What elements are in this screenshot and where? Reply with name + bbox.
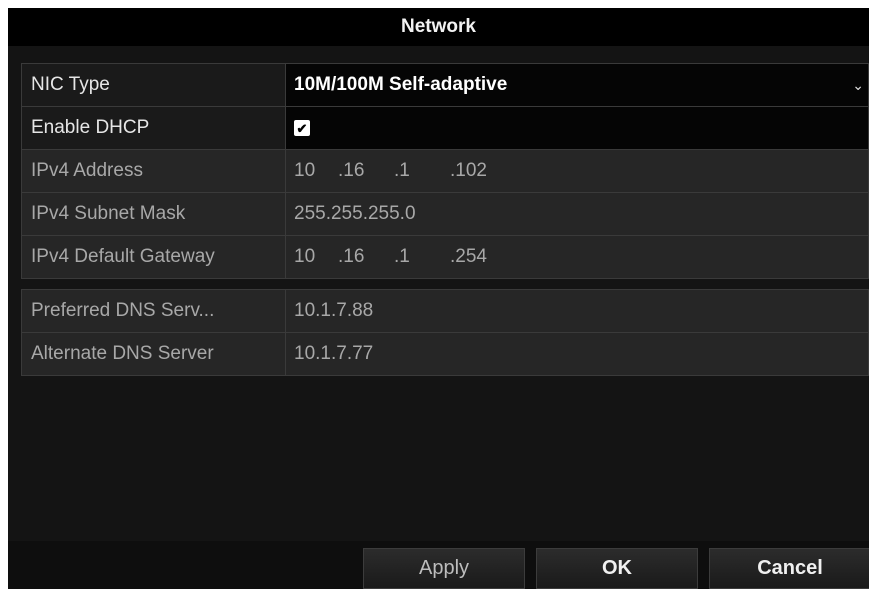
- alternate-dns-row: Alternate DNS Server 10.1.7.77: [22, 333, 868, 375]
- ipv4-address-field[interactable]: 10 .16 .1 .102: [286, 150, 868, 192]
- gateway-octet-2: .16: [338, 246, 365, 267]
- dialog-footer: Apply OK Cancel: [8, 541, 869, 589]
- chevron-down-icon[interactable]: ⌄: [852, 77, 864, 94]
- ipv4-subnet-mask-field[interactable]: 255 .255 .255 .0: [286, 193, 868, 235]
- nic-type-label: NIC Type: [22, 64, 286, 106]
- preferred-dns-row: Preferred DNS Serv... 10.1.7.88: [22, 290, 868, 333]
- ipv4-address-octet-4: .102: [450, 160, 487, 181]
- ipv4-address-octet-2: .16: [338, 160, 365, 181]
- nic-type-row[interactable]: NIC Type 10M/100M Self-adaptive ⌄: [22, 64, 868, 107]
- ipv4-default-gateway-row: IPv4 Default Gateway 10 .16 .1 .254: [22, 236, 868, 278]
- ipv4-default-gateway-label: IPv4 Default Gateway: [22, 236, 286, 278]
- gateway-octet-1: 10: [294, 246, 316, 267]
- apply-button[interactable]: Apply: [363, 548, 525, 589]
- enable-dhcp-row: Enable DHCP ✔: [22, 107, 868, 150]
- subnet-mask-octet-3: .255: [362, 203, 400, 224]
- ipv4-default-gateway-field[interactable]: 10 .16 .1 .254: [286, 236, 868, 278]
- ipv4-subnet-mask-label: IPv4 Subnet Mask: [22, 193, 286, 235]
- dns-settings-group: Preferred DNS Serv... 10.1.7.88 Alternat…: [21, 289, 869, 376]
- ok-button[interactable]: OK: [536, 548, 698, 589]
- dialog-title: Network: [8, 8, 869, 46]
- ipv4-address-label: IPv4 Address: [22, 150, 286, 192]
- network-dialog: Network NIC Type 10M/100M Self-adaptive …: [8, 8, 869, 589]
- subnet-mask-octet-2: .255: [325, 203, 363, 224]
- ipv4-subnet-mask-row: IPv4 Subnet Mask 255 .255 .255 .0: [22, 193, 868, 236]
- preferred-dns-field[interactable]: 10.1.7.88: [286, 290, 868, 332]
- ip-settings-group: NIC Type 10M/100M Self-adaptive ⌄ Enable…: [21, 63, 869, 279]
- nic-type-value: 10M/100M Self-adaptive: [294, 74, 508, 95]
- subnet-mask-octet-1: 255: [294, 203, 326, 224]
- ipv4-address-octet-1: 10: [294, 160, 316, 181]
- alternate-dns-field[interactable]: 10.1.7.77: [286, 333, 868, 375]
- enable-dhcp-label: Enable DHCP: [22, 107, 286, 149]
- enable-dhcp-checkbox[interactable]: ✔: [294, 120, 310, 136]
- ipv4-address-row: IPv4 Address 10 .16 .1 .102: [22, 150, 868, 193]
- network-form: NIC Type 10M/100M Self-adaptive ⌄ Enable…: [21, 63, 869, 386]
- ipv4-address-octet-3: .1: [394, 160, 410, 181]
- gateway-octet-3: .1: [394, 246, 410, 267]
- cancel-button[interactable]: Cancel: [709, 548, 869, 589]
- preferred-dns-label: Preferred DNS Serv...: [22, 290, 286, 332]
- nic-type-select[interactable]: 10M/100M Self-adaptive ⌄: [286, 64, 868, 106]
- gateway-octet-4: .254: [450, 246, 487, 267]
- alternate-dns-label: Alternate DNS Server: [22, 333, 286, 375]
- subnet-mask-octet-4: .0: [399, 203, 416, 224]
